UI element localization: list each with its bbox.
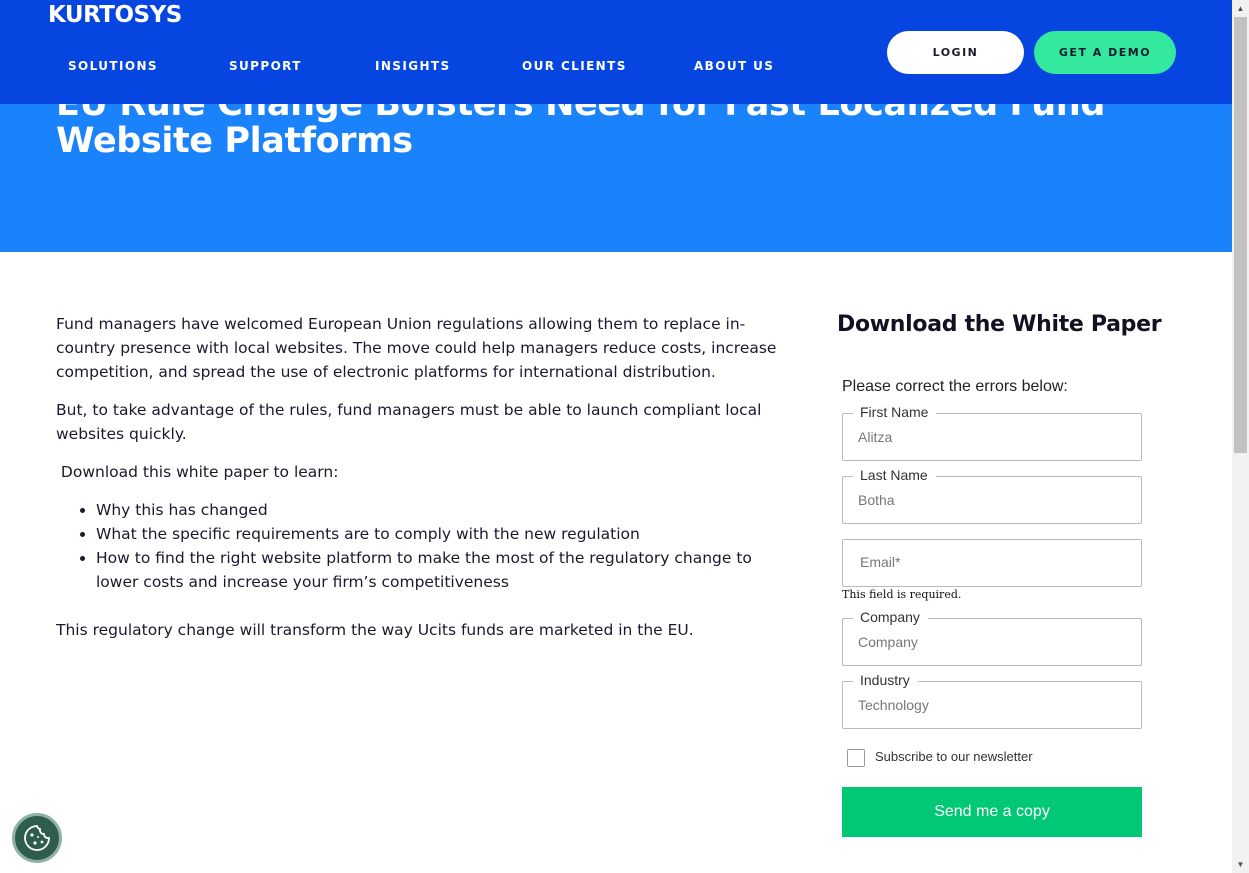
nav-support[interactable]: SUPPORT [229, 59, 302, 73]
list-item: Why this has changed [96, 498, 796, 522]
first-name-label: First Name [853, 404, 937, 420]
cookie-settings-button[interactable] [12, 813, 62, 863]
last-name-label: Last Name [853, 467, 936, 483]
site-header: KURTOSYS SOLUTIONS SUPPORT INSIGHTS OUR … [0, 0, 1232, 104]
nav-our-clients[interactable]: OUR CLIENTS [522, 59, 627, 73]
newsletter-checkbox[interactable] [847, 749, 865, 767]
email-required-hint: This field is required. [842, 588, 962, 601]
learning-points-list: Why this has changed What the specific r… [96, 498, 796, 594]
last-name-field[interactable]: Last Name Botha [842, 467, 1142, 524]
cookie-icon [24, 825, 50, 851]
last-name-value: Botha [858, 492, 895, 508]
vertical-scrollbar[interactable]: ▲ ▼ [1232, 0, 1249, 873]
email-field[interactable]: Email* [842, 539, 1142, 587]
nav-solutions[interactable]: SOLUTIONS [68, 59, 158, 73]
industry-field[interactable]: Industry Technology [842, 672, 1142, 729]
send-copy-button[interactable]: Send me a copy [842, 787, 1142, 837]
email-placeholder: Email* [860, 554, 901, 570]
first-name-value: Alitza [858, 429, 893, 445]
get-a-demo-button[interactable]: GET A DEMO [1034, 31, 1176, 74]
scrollbar-thumb[interactable] [1234, 17, 1247, 453]
scroll-down-arrow-icon[interactable]: ▼ [1232, 856, 1249, 873]
login-button[interactable]: LOGIN [887, 31, 1024, 74]
list-intro: Download this white paper to learn: [56, 463, 339, 481]
nav-about-us[interactable]: ABOUT US [694, 59, 774, 73]
form-title: Download the White Paper [837, 312, 1162, 337]
nav-insights[interactable]: INSIGHTS [375, 59, 451, 73]
article-body: Fund managers have welcomed European Uni… [56, 312, 796, 656]
article-paragraph: Fund managers have welcomed European Uni… [56, 315, 777, 381]
kurtosys-logo[interactable]: KURTOSYS [48, 2, 182, 28]
list-item: How to find the right website platform t… [96, 546, 796, 594]
company-label: Company [853, 609, 928, 625]
first-name-field[interactable]: First Name Alitza [842, 404, 1142, 461]
company-placeholder: Company [858, 634, 918, 650]
article-closing: This regulatory change will transform th… [56, 621, 694, 639]
industry-value: Technology [858, 697, 929, 713]
list-item: What the specific requirements are to co… [96, 522, 796, 546]
industry-label: Industry [853, 672, 918, 688]
scroll-up-arrow-icon[interactable]: ▲ [1232, 0, 1249, 17]
article-paragraph: But, to take advantage of the rules, fun… [56, 401, 762, 443]
company-field[interactable]: Company Company [842, 609, 1142, 666]
form-error-message: Please correct the errors below: [842, 378, 1068, 395]
newsletter-label[interactable]: Subscribe to our newsletter [875, 749, 1033, 764]
